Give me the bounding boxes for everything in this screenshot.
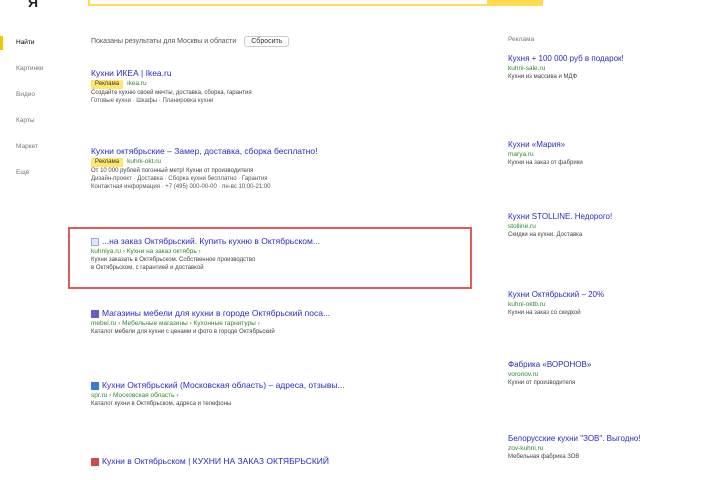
result-title-link[interactable]: Кухни в Октябрьском | КУХНИ НА ЗАКАЗ ОКТ… bbox=[91, 456, 451, 467]
result-url[interactable]: kuhni-okt.ru bbox=[127, 158, 161, 165]
result-description: От 10 000 рублей погонный метр! Кухни от… bbox=[91, 168, 254, 174]
nav-item-maps[interactable]: Карты bbox=[0, 114, 60, 140]
ad-item: Белорусские кухни "ЗОВ". Выгодно! zov-ku… bbox=[508, 434, 708, 461]
ad-url[interactable]: marya.ru bbox=[508, 150, 708, 159]
nav-item-images[interactable]: Картинки bbox=[0, 62, 60, 88]
ad-url[interactable]: stolline.ru bbox=[508, 222, 708, 231]
result-title-link[interactable]: Магазины мебели для кухни в городе Октяб… bbox=[91, 308, 451, 319]
result-title-link[interactable]: Кухни октябрьские – Замер, доставка, сбо… bbox=[91, 146, 451, 157]
ad-badge: Реклама bbox=[91, 80, 124, 89]
ad-description: Кухни из массива и МДФ bbox=[508, 74, 578, 80]
result-contacts[interactable]: Контактная информация · +7 (495) 000-00-… bbox=[91, 183, 451, 191]
result-description: Каталог кухни в Октябрьском, адреса и те… bbox=[91, 401, 232, 407]
ad-description: Кухни от производителя bbox=[508, 380, 576, 386]
ad-badge: Реклама bbox=[91, 158, 124, 167]
site-favicon-icon bbox=[91, 457, 99, 466]
search-button[interactable] bbox=[487, 0, 543, 4]
ad-item: Фабрика «ВОРОНОВ» voronov.ru Кухни от пр… bbox=[508, 360, 708, 387]
ad-item: Кухни «Мария» marya.ru Кухни на заказ от… bbox=[508, 140, 708, 167]
ad-item: Кухня + 100 000 руб в подарок! kuhni-sal… bbox=[508, 54, 708, 81]
result-title-link[interactable]: Кухни ИКЕА | Ikea.ru bbox=[91, 68, 451, 79]
highlight-frame bbox=[68, 227, 472, 289]
region-notice: Показаны результаты для Москвы и области… bbox=[91, 36, 290, 47]
ad-title-link[interactable]: Белорусские кухни "ЗОВ". Выгодно! bbox=[508, 434, 708, 444]
result-item: Магазины мебели для кухни в городе Октяб… bbox=[91, 308, 451, 336]
result-title-link[interactable]: Кухни Октябрьский (Московская область) –… bbox=[91, 380, 451, 391]
result-url[interactable]: spr.ru › Московская область › bbox=[91, 391, 451, 400]
site-favicon-icon bbox=[91, 381, 99, 390]
ad-description: Кухни на заказ от фабрики bbox=[508, 160, 583, 166]
ad-item: Кухни STOLLINE. Недорого! stolline.ru Ск… bbox=[508, 212, 708, 239]
ad-url[interactable]: zov-kuhni.ru bbox=[508, 444, 708, 453]
ad-title-link[interactable]: Кухни «Мария» bbox=[508, 140, 708, 150]
ad-title-link[interactable]: Фабрика «ВОРОНОВ» bbox=[508, 360, 708, 370]
nav-item-video[interactable]: Видео bbox=[0, 88, 60, 114]
result-url[interactable]: mebel.ru › Мебельные магазины › Кухонные… bbox=[91, 319, 451, 328]
nav-item-market[interactable]: Маркет bbox=[0, 140, 60, 166]
result-url[interactable]: ikea.ru bbox=[127, 80, 147, 87]
result-item: Кухни в Октябрьском | КУХНИ НА ЗАКАЗ ОКТ… bbox=[91, 456, 451, 467]
ad-url[interactable]: kuhni-sale.ru bbox=[508, 64, 708, 73]
result-sitelinks[interactable]: Дизайн-проект · Доставка · Сборка кухни … bbox=[91, 175, 451, 183]
reset-region-button[interactable]: Сбросить bbox=[244, 36, 290, 47]
ad-description: Скидки на кухни. Доставка bbox=[508, 232, 583, 238]
ad-title-link[interactable]: Кухни STOLLINE. Недорого! bbox=[508, 212, 708, 222]
ad-url[interactable]: voronov.ru bbox=[508, 370, 708, 379]
yandex-logo[interactable]: Я bbox=[28, 0, 38, 10]
result-item: Кухни октябрьские – Замер, доставка, сбо… bbox=[91, 146, 451, 191]
ad-description: Мебельная фабрика ЗОВ bbox=[508, 454, 580, 460]
ads-column: Реклама Кухня + 100 000 руб в подарок! k… bbox=[508, 36, 708, 460]
nav-item-search[interactable]: Найти bbox=[0, 36, 60, 62]
ads-header: Реклама bbox=[508, 36, 535, 43]
site-favicon-icon bbox=[91, 309, 99, 318]
ad-title-link[interactable]: Кухни Октябрьский – 20% bbox=[508, 290, 708, 300]
search-input[interactable] bbox=[88, 0, 543, 6]
ad-description: Кухни на заказ со скидкой bbox=[508, 310, 581, 316]
result-item: Кухни ИКЕА | Ikea.ru Реклама ikea.ru Созд… bbox=[91, 68, 451, 105]
ad-title-link[interactable]: Кухня + 100 000 руб в подарок! bbox=[508, 54, 708, 64]
result-description: Каталог мебели для кухни с ценами и фото… bbox=[91, 329, 275, 335]
nav-item-more[interactable]: Ещё bbox=[0, 166, 60, 192]
result-description: Создайте кухню своей мечты, доставка, сб… bbox=[91, 90, 252, 96]
result-sitelinks[interactable]: Готовые кухни · Шкафы · Планировка кухни bbox=[91, 97, 451, 105]
left-nav: Найти Картинки Видео Карты Маркет Ещё bbox=[0, 36, 60, 192]
result-item: Кухни Октябрьский (Московская область) –… bbox=[91, 380, 451, 408]
ad-item: Кухни Октябрьский – 20% kuhni-oktb.ru Ку… bbox=[508, 290, 708, 317]
ad-url[interactable]: kuhni-oktb.ru bbox=[508, 300, 708, 309]
region-text: Показаны результаты для Москвы и области bbox=[91, 38, 237, 45]
